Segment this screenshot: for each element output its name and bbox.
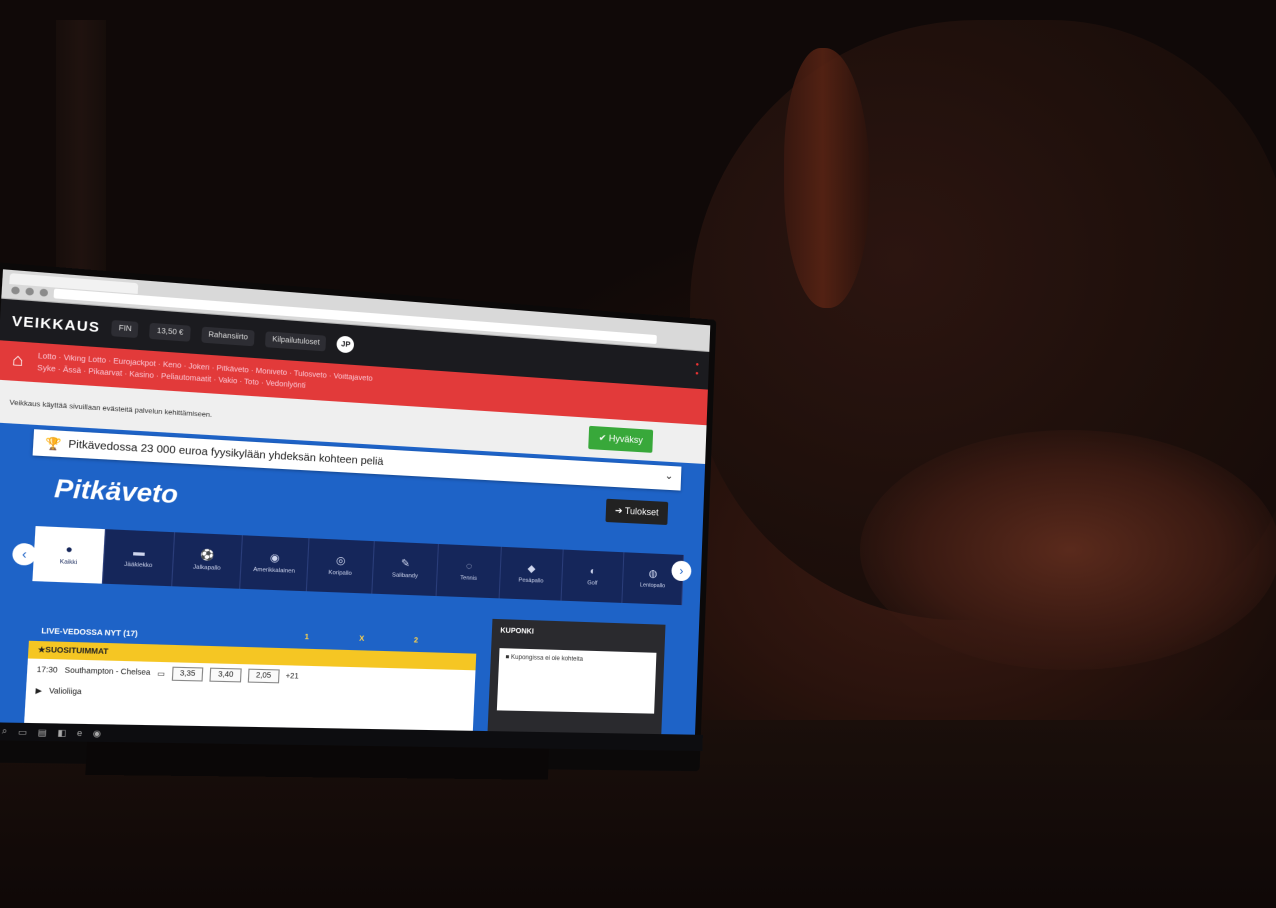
- odd-draw[interactable]: 3,40: [209, 667, 242, 683]
- all-icon: ●: [65, 543, 74, 557]
- coupon-title: KUPONKI: [500, 627, 534, 636]
- live-betting-panel: LIVE-VEDOSSA NYT (17) 1 X 2 ★ SUOSITUIMM…: [24, 620, 478, 731]
- floorball-icon: ✎: [400, 558, 411, 570]
- trophy-icon: 🏆: [44, 436, 62, 451]
- reload-icon[interactable]: [39, 288, 49, 297]
- avatar[interactable]: JP: [336, 335, 355, 354]
- match-name[interactable]: Southampton - Chelsea: [64, 667, 150, 677]
- store-icon[interactable]: ◧: [57, 727, 67, 737]
- home-icon[interactable]: ⌂: [11, 351, 24, 371]
- sport-tab[interactable]: ● Kaikki: [32, 526, 107, 584]
- accept-button[interactable]: ✔ Hyväksy: [588, 425, 654, 453]
- pitkaveto-section: 🏆 Pitkävedossa 23 000 euroa fyysikylään …: [0, 422, 706, 735]
- basketball-icon: ◎: [335, 555, 346, 568]
- search-icon[interactable]: ⌕: [2, 726, 8, 737]
- golf-icon: ◐: [589, 566, 597, 578]
- arrow-icon: ➔: [614, 505, 626, 516]
- task-view-icon[interactable]: ▭: [18, 727, 28, 737]
- edge-icon[interactable]: e: [77, 728, 83, 738]
- hockey-icon: ▬: [132, 546, 146, 560]
- photo-scene: VEIKKAUS FIN 13,50 € Rahansiirto Kilpail…: [0, 0, 1276, 908]
- chrome-icon[interactable]: ◉: [93, 728, 102, 738]
- coupon-panel: KUPONKI ■ Kupongissa ei ole kohteita: [487, 618, 666, 735]
- more-bets-link[interactable]: +21: [285, 673, 299, 681]
- sport-tab[interactable]: ◎ Koripallo: [306, 538, 375, 594]
- lottery-results-link[interactable]: Kilpailutuloset: [265, 330, 327, 351]
- play-icon[interactable]: ▶: [35, 686, 42, 696]
- coupon-body: ■ Kupongissa ei ole kohteita: [496, 648, 657, 714]
- sport-selector: ● Kaikki ▬ Jääkiekko ⚽ Jalkapallo ◉ Amerikka…: [32, 526, 685, 606]
- sport-tab[interactable]: ✎ Salibandy: [372, 541, 439, 597]
- quicklink-2[interactable]: [695, 371, 699, 377]
- page-title: Pitkäveto: [53, 474, 179, 510]
- cookie-text: Veikkaus käyttää sivuillaan evästeitä pa…: [9, 398, 213, 419]
- sport-tab[interactable]: ▬ Jääkiekko: [102, 529, 176, 587]
- check-icon: ✔: [598, 432, 610, 444]
- volleyball-icon: ◍: [648, 568, 658, 580]
- helmet-icon: ◉: [269, 552, 280, 565]
- sport-tab[interactable]: ◉ Amerikkalainen: [240, 535, 310, 592]
- sport-tab[interactable]: ◆ Pesäpallo: [499, 546, 564, 601]
- back-icon[interactable]: [11, 286, 20, 295]
- balance-display: 13,50 €: [149, 322, 191, 342]
- tennis-icon: ◌: [465, 560, 473, 573]
- results-button[interactable]: ➔ Tulokset: [605, 498, 668, 525]
- football-icon: ⚽: [200, 549, 215, 562]
- sport-tab[interactable]: ⚽ Jalkapallo: [172, 532, 243, 589]
- laptop-monitor: VEIKKAUS FIN 13,50 € Rahansiirto Kilpail…: [0, 262, 717, 780]
- tv-icon: ▭: [157, 670, 166, 678]
- person-neck: [860, 430, 1276, 670]
- monitor-screen: VEIKKAUS FIN 13,50 € Rahansiirto Kilpail…: [0, 269, 711, 735]
- sport-tab[interactable]: ◐ Golf: [561, 549, 625, 603]
- monitor-stand: [85, 741, 550, 780]
- account-pill[interactable]: FIN: [111, 319, 140, 338]
- wall-fixture: [56, 20, 106, 290]
- quicklink-1[interactable]: [695, 362, 699, 368]
- odd-away[interactable]: 2,05: [247, 668, 280, 684]
- pesapallo-icon: ◆: [527, 563, 536, 576]
- forward-icon[interactable]: [25, 287, 35, 296]
- odd-home[interactable]: 3,35: [171, 666, 204, 682]
- odds-columns: 1 X 2: [304, 633, 419, 645]
- chevron-down-icon[interactable]: ⌄: [665, 471, 674, 482]
- explorer-icon[interactable]: ▤: [38, 727, 48, 737]
- deposit-button[interactable]: Rahansiirto: [201, 326, 255, 346]
- header-quicklinks: [695, 361, 699, 379]
- sport-tab[interactable]: ◌ Tennis: [436, 544, 502, 599]
- veikkaus-logo[interactable]: VEIKKAUS: [11, 312, 100, 335]
- chevron-right-icon[interactable]: ›: [671, 560, 692, 582]
